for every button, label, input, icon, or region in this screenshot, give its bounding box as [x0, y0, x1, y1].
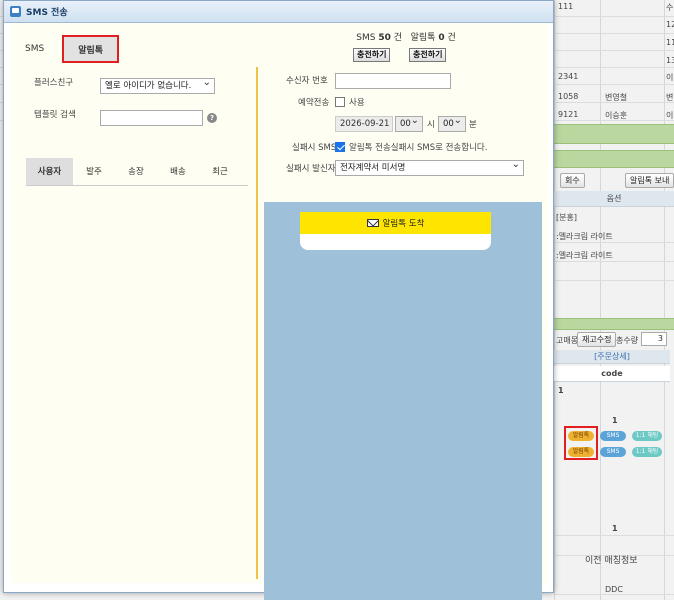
- plusfriend-label: 플러스친구: [34, 78, 74, 88]
- sms-dialog: SMS 전송 SMS 알림톡 SMS 50 건 알림톡 0 건 충전하기 충전하…: [3, 0, 554, 600]
- fail-sender-label: 실패시 발신자: [286, 164, 336, 174]
- minute-unit: 분: [469, 120, 477, 130]
- hour-unit: 시: [427, 120, 435, 130]
- dialog-title: SMS 전송: [26, 8, 68, 18]
- recipient-subtabs: 사용자 발주 송장 배송 최근: [26, 158, 248, 186]
- bg-return-button[interactable]: 회수: [560, 173, 585, 188]
- bg-sms-pill[interactable]: SMS: [600, 431, 626, 441]
- reserve-minute-select[interactable]: 00: [438, 116, 466, 132]
- sms-charge-button[interactable]: 충전하기: [353, 48, 391, 62]
- bg-cell-code: 9121: [558, 110, 579, 119]
- sms-window-icon: [10, 6, 21, 17]
- bg-chat-pill[interactable]: 1:1 채팅: [632, 431, 662, 441]
- bg-cell: 변: [666, 93, 674, 102]
- right-panel: 수신자 번호 예약전송 사용 2026-09-21 00 시 00 분 실패시 …: [261, 68, 548, 600]
- alim-charge-button[interactable]: 충전하기: [409, 48, 447, 62]
- fail-sender-select[interactable]: 전자계약서 미서명: [335, 160, 524, 176]
- bg-cell: 이: [666, 73, 674, 82]
- subtab-order[interactable]: 발주: [73, 158, 115, 185]
- bg-code-cell: 1: [558, 386, 564, 395]
- bg-code-header: code: [554, 366, 670, 382]
- bg-stock-edit-button[interactable]: 재고수정: [577, 332, 617, 347]
- bg-stock-prefix: 고매몽: [556, 336, 579, 345]
- subtab-delivery[interactable]: 배송: [157, 158, 199, 185]
- bg-cell: 이: [666, 111, 674, 120]
- bg-cell-code: 2341: [558, 72, 579, 81]
- plusfriend-select[interactable]: 옐로 아이디가 없습니다.: [100, 78, 215, 94]
- bg-sms-pill[interactable]: SMS: [600, 447, 626, 457]
- template-search-input[interactable]: [100, 110, 203, 126]
- alim-credit-count: 0: [438, 33, 445, 43]
- fail-sms-label: 실패시 SMS: [292, 143, 337, 153]
- subtab-recent[interactable]: 최근: [199, 158, 241, 185]
- bg-alimtalk-button[interactable]: 알림톡 보내: [625, 173, 674, 188]
- bg-chat-pill[interactable]: 1:1 채팅: [632, 447, 662, 457]
- bg-code-cell: 1: [612, 416, 618, 425]
- bg-option-cell: [분홍]: [556, 213, 577, 222]
- preview-header-text: 알림톡 도착: [382, 219, 425, 229]
- tab-alimtalk[interactable]: 알림톡: [62, 35, 120, 63]
- bg-total-input[interactable]: 3: [641, 332, 667, 346]
- bg-detail-header: [주문상세]: [554, 350, 670, 364]
- dialog-titlebar[interactable]: SMS 전송: [4, 1, 553, 23]
- bg-cell: 13: [666, 56, 674, 65]
- bg-total-label: 총수량: [616, 336, 639, 345]
- bg-footer-code: DDC: [605, 585, 623, 594]
- left-panel: 플러스친구 옐로 아이디가 없습니다. 템플릿 검색 ? 사용자 발주 송장 배…: [11, 68, 256, 583]
- bg-green-bar: [554, 318, 674, 330]
- sms-credit-unit: 건: [393, 33, 403, 43]
- bg-cell-code: 1058: [558, 92, 579, 101]
- subtab-invoice[interactable]: 송장: [115, 158, 157, 185]
- bg-green-bar: [554, 150, 674, 168]
- preview-bubble: 알림톡 도착: [300, 212, 491, 250]
- highlight-box: [564, 426, 598, 460]
- bg-cell: 수: [666, 3, 674, 12]
- panel-divider: [256, 67, 258, 579]
- main-tabs: SMS 알림톡: [11, 23, 120, 63]
- alim-credit-unit: 건: [447, 33, 456, 43]
- alimtalk-preview: 알림톡 도착: [264, 202, 542, 600]
- bg-green-bar: [554, 124, 674, 144]
- bg-option-header: 옵션: [554, 191, 674, 207]
- reserve-use-label: 사용: [349, 98, 365, 108]
- recipient-label: 수신자 번호: [286, 76, 328, 86]
- reserve-date-input[interactable]: 2026-09-21: [335, 116, 393, 132]
- fail-sms-text: 알림톡 전송실패시 SMS로 전송합니다.: [349, 143, 488, 153]
- bg-option-cell: :멜라크림 라이트: [556, 251, 613, 260]
- sms-credit-label: SMS: [356, 33, 376, 43]
- bg-cell-name: 변영철: [605, 93, 628, 102]
- preview-bubble-header: 알림톡 도착: [300, 212, 491, 234]
- bg-footer-value: 1: [612, 524, 618, 533]
- bg-row: [554, 264, 674, 281]
- alim-credit-label: 알림톡: [410, 33, 436, 43]
- subtab-user[interactable]: 사용자: [26, 158, 73, 185]
- reserve-label: 예약전송: [298, 98, 330, 108]
- reserve-hour-select[interactable]: 00: [395, 116, 423, 132]
- bg-cell: 11: [666, 38, 674, 47]
- envelope-icon: [366, 219, 379, 227]
- tab-sms[interactable]: SMS: [11, 35, 58, 63]
- credit-summary: SMS 50 건 알림톡 0 건: [341, 30, 471, 43]
- bg-option-cell: :멜라크림 라이트: [556, 232, 613, 241]
- bg-cell: 12: [666, 20, 674, 29]
- reserve-checkbox[interactable]: [335, 97, 345, 107]
- sms-credit-count: 50: [378, 33, 391, 43]
- template-search-label: 템플릿 검색: [34, 110, 76, 120]
- bg-footer-label: 이전 매칭정보: [585, 556, 638, 566]
- bg-cell-name: 이승훈: [605, 111, 628, 120]
- dialog-body: SMS 알림톡 SMS 50 건 알림톡 0 건 충전하기 충전하기 플러스친구…: [11, 23, 548, 600]
- fail-sms-checkbox[interactable]: [335, 142, 345, 152]
- recipient-input[interactable]: [335, 73, 451, 89]
- bg-cell: 111: [558, 2, 574, 11]
- help-icon[interactable]: ?: [207, 113, 217, 123]
